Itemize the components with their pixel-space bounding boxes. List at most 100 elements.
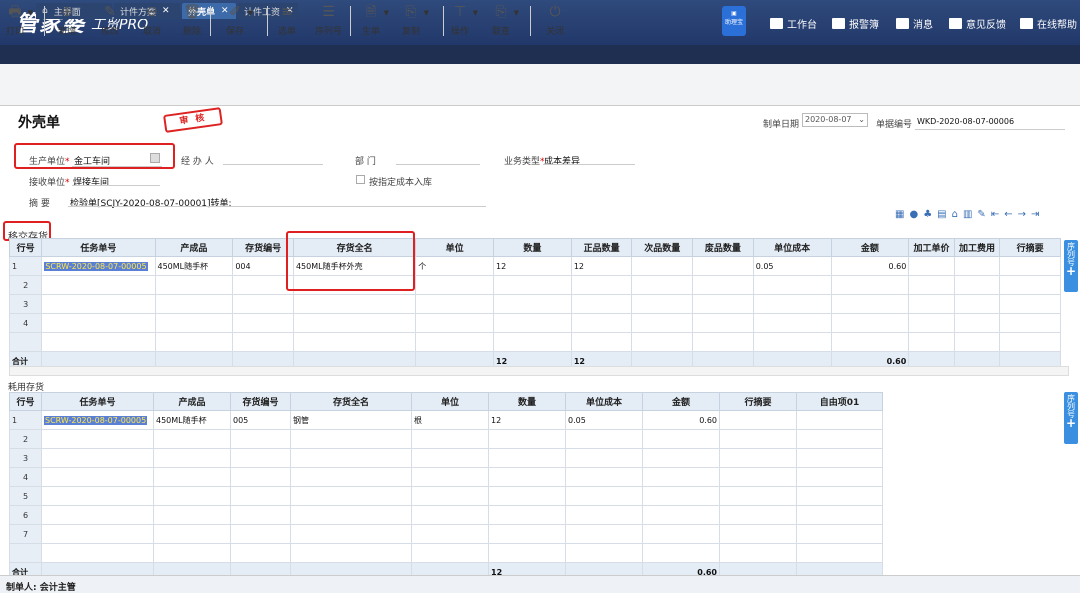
table-cell[interactable] [999,275,1061,295]
lookup-icon[interactable] [150,153,160,163]
column-header[interactable]: 正品数量 [570,238,633,257]
table-row[interactable]: 2 [9,429,883,449]
table-cell[interactable] [411,505,489,525]
table-cell[interactable] [692,294,754,314]
table-cell[interactable] [570,313,633,333]
toolbar-save-button[interactable]: ✐ 保存 ▼ [226,4,253,37]
table-cell[interactable] [290,429,412,449]
table-cell[interactable] [796,448,883,468]
table-cell[interactable] [719,543,797,563]
table-cell[interactable] [796,410,883,430]
table-cell[interactable] [570,275,633,295]
table-cell[interactable] [796,486,883,506]
table-row[interactable]: 1 SCRW-2020-08-07-00005 450ML随手杯 004 450ML随手… [8,256,1061,276]
table-cell[interactable] [290,467,412,487]
table-cell[interactable] [415,294,495,314]
table-cell[interactable]: 0.05 [752,256,832,276]
table-cell[interactable] [290,486,412,506]
table-cell[interactable] [41,505,154,525]
org-icon[interactable]: ♣ [923,209,932,220]
first-icon[interactable]: ⇤ [991,209,999,220]
column-header[interactable]: 废品数量 [692,238,754,257]
column-header[interactable]: 任务单号 [41,238,156,257]
table-cell[interactable] [631,256,694,276]
toolbar-query-button[interactable]: ⎘ 联查 ▼ [492,4,519,37]
next-icon[interactable]: → [1018,209,1026,220]
prev-icon[interactable]: ← [1004,209,1012,220]
table-cell[interactable] [493,275,572,295]
table-cell[interactable] [908,313,955,333]
table-cell[interactable] [292,332,417,352]
table-cell[interactable] [719,429,797,449]
column-header[interactable]: 存货编号 [230,392,291,411]
calc-icon[interactable]: ▤ [937,209,946,220]
table-cell[interactable] [230,505,291,525]
table-cell[interactable] [631,313,694,333]
topnav-monitor[interactable]: 工作台 [770,16,817,31]
table-cell[interactable] [153,543,231,563]
column-header[interactable]: 数量 [493,238,572,257]
table-cell[interactable] [692,313,754,333]
topnav-user[interactable]: 在线帮助 [1020,16,1077,31]
table-cell[interactable]: 450ML随手杯 [153,410,231,430]
column-header[interactable]: 行号 [8,238,43,257]
summary-field[interactable]: 检验单[SCJY-2020-08-07-00001]转单: [70,196,232,209]
table-cell[interactable] [752,275,832,295]
table-cell[interactable] [411,524,489,544]
topnav-mail[interactable]: 消息 [896,16,933,31]
table-cell[interactable] [230,467,291,487]
table-cell[interactable] [153,429,231,449]
table-cell[interactable] [232,313,294,333]
table-cell[interactable] [154,294,234,314]
column-header[interactable]: 单位 [415,238,495,257]
table-cell[interactable] [411,429,489,449]
table-cell[interactable] [415,313,495,333]
table-cell[interactable] [493,332,572,352]
table-cell[interactable] [415,332,495,352]
table-cell[interactable] [411,467,489,487]
table-cell[interactable] [411,543,489,563]
table-cell[interactable] [230,448,291,468]
table-cell[interactable] [752,294,832,314]
column-header[interactable]: 行号 [9,392,42,411]
table-cell[interactable] [830,294,910,314]
table-cell[interactable] [692,275,754,295]
table-cell[interactable] [692,332,754,352]
table-cell[interactable] [642,448,720,468]
toolbar-plus-circle-button[interactable]: ⊕ 新增 [58,4,76,37]
table-row[interactable]: 2 [8,275,1061,295]
table-cell[interactable] [565,486,643,506]
table-cell[interactable] [642,524,720,544]
table-cell[interactable]: 005 [230,410,291,430]
table-cell[interactable] [230,524,291,544]
table-cell[interactable] [719,467,797,487]
table-cell[interactable] [493,313,572,333]
table-row[interactable] [9,543,883,563]
table-cell[interactable] [292,313,417,333]
column-header[interactable]: 行摘要 [719,392,797,411]
table-cell[interactable] [719,524,797,544]
column-header[interactable]: 行摘要 [999,238,1061,257]
table-cell[interactable]: 12 [570,256,633,276]
table-cell[interactable] [908,256,955,276]
topnav-alarm[interactable]: 报警簿 [832,16,879,31]
table-cell[interactable] [154,275,234,295]
table-cell[interactable] [796,524,883,544]
table-cell[interactable] [230,486,291,506]
table-row[interactable] [8,332,1061,352]
table-cell[interactable] [796,429,883,449]
column-header[interactable]: 金额 [642,392,720,411]
table-cell[interactable] [41,543,154,563]
table-cell[interactable] [719,505,797,525]
table-cell[interactable]: 0.05 [565,410,643,430]
table-cell[interactable] [153,505,231,525]
table-cell[interactable] [999,313,1061,333]
table-cell[interactable]: 004 [232,256,294,276]
table-cell[interactable]: 个 [415,256,495,276]
table-cell[interactable] [153,448,231,468]
table-cell[interactable] [570,294,633,314]
table-cell[interactable] [290,524,412,544]
table-cell[interactable] [488,467,566,487]
table-cell[interactable] [292,294,417,314]
column-header[interactable]: 金额 [830,238,910,257]
